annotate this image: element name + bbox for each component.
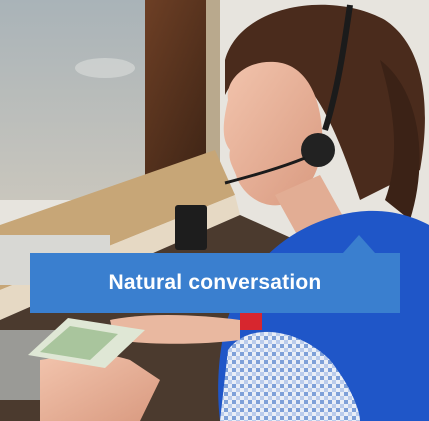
photo-scene [0,0,429,421]
callout-pointer [343,235,375,253]
headset-earpiece [301,133,335,167]
photo-frame: Natural conversation [0,0,429,421]
vest-badge [240,312,262,330]
street-light-spot [75,58,135,78]
caption-text: Natural conversation [108,271,322,294]
caption-banner: Natural conversation [30,253,400,313]
desk-phone [175,205,207,250]
